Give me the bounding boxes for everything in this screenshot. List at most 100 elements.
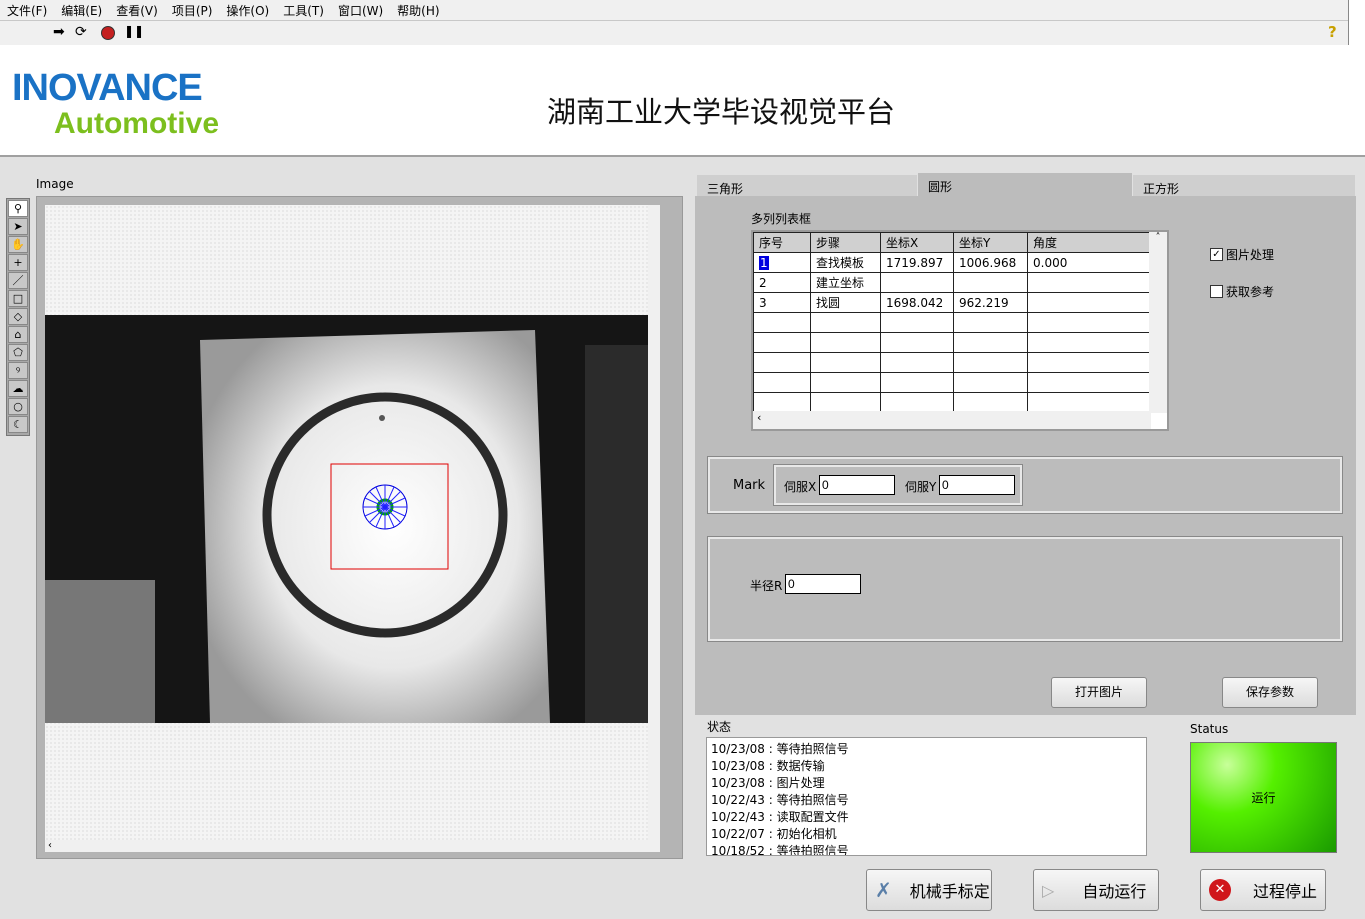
menu-project[interactable]: 项目(P): [165, 0, 220, 20]
table-cell: [953, 372, 1028, 393]
status-led: 运行: [1190, 742, 1337, 853]
table-cell: 1: [753, 252, 811, 273]
stop-button[interactable]: ✕ 过程停止: [1200, 869, 1326, 911]
freehand-line-tool-icon[interactable]: ꝰ: [8, 362, 28, 379]
status-label: Status: [1190, 722, 1229, 736]
logo-automotive: Automotive: [54, 107, 219, 140]
menu-file[interactable]: 文件(F): [0, 0, 54, 20]
table-cell: 1006.968: [953, 252, 1028, 273]
table-cell: 0.000: [1027, 252, 1151, 273]
vertical-scrollbar[interactable]: [648, 205, 660, 840]
radius-input[interactable]: [785, 574, 861, 594]
freehand-tool-icon[interactable]: ☁: [8, 380, 28, 397]
table-row[interactable]: [753, 312, 1151, 333]
status-log[interactable]: 10/23/08 : 等待拍照信号 10/23/08 : 数据传输 10/23/08…: [706, 737, 1147, 856]
checkbox-unchecked-icon[interactable]: [1210, 285, 1223, 298]
zoom-tool-icon[interactable]: ⚲: [8, 200, 28, 217]
mark-label: Mark: [733, 478, 766, 493]
table-row[interactable]: 3 找圆 1698.042 962.219: [753, 292, 1151, 313]
table-cell: [753, 332, 811, 353]
status-log-label: 状态: [707, 720, 732, 734]
open-image-button[interactable]: 打开图片: [1051, 677, 1147, 708]
annulus-tool-icon[interactable]: ⌂: [8, 326, 28, 343]
rotated-rect-tool-icon[interactable]: ◇: [8, 308, 28, 325]
table-cell: [810, 372, 881, 393]
calibrate-button[interactable]: ✗ 机械手标定: [866, 869, 992, 911]
table-cell: [810, 392, 881, 413]
table-cell: [1027, 352, 1151, 373]
table-cell: [953, 272, 1028, 293]
table-cell: 1698.042: [880, 292, 954, 313]
run-continuous-icon[interactable]: ⟳: [75, 24, 87, 40]
arc-tool-icon[interactable]: ☾: [8, 416, 28, 433]
table-cell: 1719.897: [880, 252, 954, 273]
table-vertical-scrollbar[interactable]: ˄: [1149, 232, 1167, 413]
table-cell: [880, 372, 954, 393]
log-line: 10/23/08 : 等待拍照信号: [711, 742, 849, 756]
table-cell: 962.219: [953, 292, 1028, 313]
page-title: 湖南工业大学毕设视觉平台: [547, 95, 896, 129]
table-row[interactable]: [753, 392, 1151, 413]
table-cell: [953, 332, 1028, 353]
menu-operate[interactable]: 操作(O): [219, 0, 276, 20]
table-row[interactable]: [753, 372, 1151, 393]
servo-y-label: 伺服Y: [905, 480, 937, 494]
table-cell: 2: [753, 272, 811, 293]
table-cell: [1027, 392, 1151, 413]
menu-tools[interactable]: 工具(T): [276, 0, 331, 20]
line-tool-icon[interactable]: ／: [8, 272, 28, 289]
rectangle-tool-icon[interactable]: □: [8, 290, 28, 307]
table-cell: 查找模板: [810, 252, 881, 273]
tools-icon: ✗: [875, 878, 892, 902]
pan-tool-icon[interactable]: ✋: [8, 236, 28, 253]
auto-run-button[interactable]: ▷ 自动运行: [1033, 869, 1159, 911]
table-label: 多列列表框: [751, 212, 812, 226]
abort-icon[interactable]: [101, 26, 115, 40]
toolbar: ➡ ⟳ ❚❚ ?: [0, 20, 1348, 45]
menu-window[interactable]: 窗口(W): [331, 0, 390, 20]
run-arrow-icon[interactable]: ➡: [53, 24, 65, 40]
table-horizontal-scrollbar[interactable]: ‹: [753, 411, 1151, 429]
log-line: 10/22/07 : 初始化相机: [711, 827, 837, 841]
polygon-tool-icon[interactable]: ⬠: [8, 344, 28, 361]
table-row[interactable]: [753, 332, 1151, 353]
table-cell: [953, 392, 1028, 413]
checkbox-checked-icon[interactable]: ✓: [1210, 248, 1223, 261]
table-row[interactable]: 1 查找模板 1719.897 1006.968 0.000: [753, 252, 1151, 273]
table-cell: [1027, 332, 1151, 353]
header: INOVANCE Automotive 湖南工业大学毕设视觉平台: [0, 45, 1365, 157]
status-led-text: 运行: [1251, 791, 1276, 805]
checkbox-get-reference[interactable]: 获取参考: [1210, 283, 1274, 300]
table-cell: [810, 312, 881, 333]
table-cell: [880, 272, 954, 293]
menu-help[interactable]: 帮助(H): [390, 0, 446, 20]
help-icon[interactable]: ?: [1328, 23, 1337, 41]
col-header: 步骤: [810, 232, 881, 253]
table-cell: 3: [753, 292, 811, 313]
point-tool-icon[interactable]: +: [8, 254, 28, 271]
tab-circle[interactable]: 圆形: [918, 173, 1132, 197]
checkbox-image-processing[interactable]: ✓ 图片处理: [1210, 246, 1274, 263]
servo-x-input[interactable]: [819, 475, 895, 495]
radius-label: 半径R: [750, 579, 783, 593]
calibrate-label: 机械手标定: [909, 882, 990, 901]
oval-tool-icon[interactable]: ○: [8, 398, 28, 415]
log-line: 10/23/08 : 图片处理: [711, 776, 825, 790]
table-cell: [1027, 312, 1151, 333]
servo-y-input[interactable]: [939, 475, 1015, 495]
table-row[interactable]: [753, 352, 1151, 373]
table-cell: 找圆: [810, 292, 881, 313]
save-params-button[interactable]: 保存参数: [1222, 677, 1318, 708]
multicolumn-listbox[interactable]: 序号 步骤 坐标X 坐标Y 角度 1 查找模板 1719.897 1006.968 0.…: [751, 230, 1169, 431]
image-display[interactable]: ‹: [45, 205, 660, 852]
pointer-tool-icon[interactable]: ➤: [8, 218, 28, 235]
pause-icon[interactable]: ❚❚: [124, 24, 144, 38]
col-header: 坐标X: [880, 232, 954, 253]
table-row[interactable]: 2 建立坐标: [753, 272, 1151, 293]
menu-edit[interactable]: 编辑(E): [54, 0, 109, 20]
horizontal-scrollbar[interactable]: ‹: [45, 840, 660, 852]
table-cell: [880, 312, 954, 333]
col-header: 角度: [1027, 232, 1151, 253]
menu-view[interactable]: 查看(V): [109, 0, 165, 20]
checkbox-label: 获取参考: [1226, 285, 1275, 299]
